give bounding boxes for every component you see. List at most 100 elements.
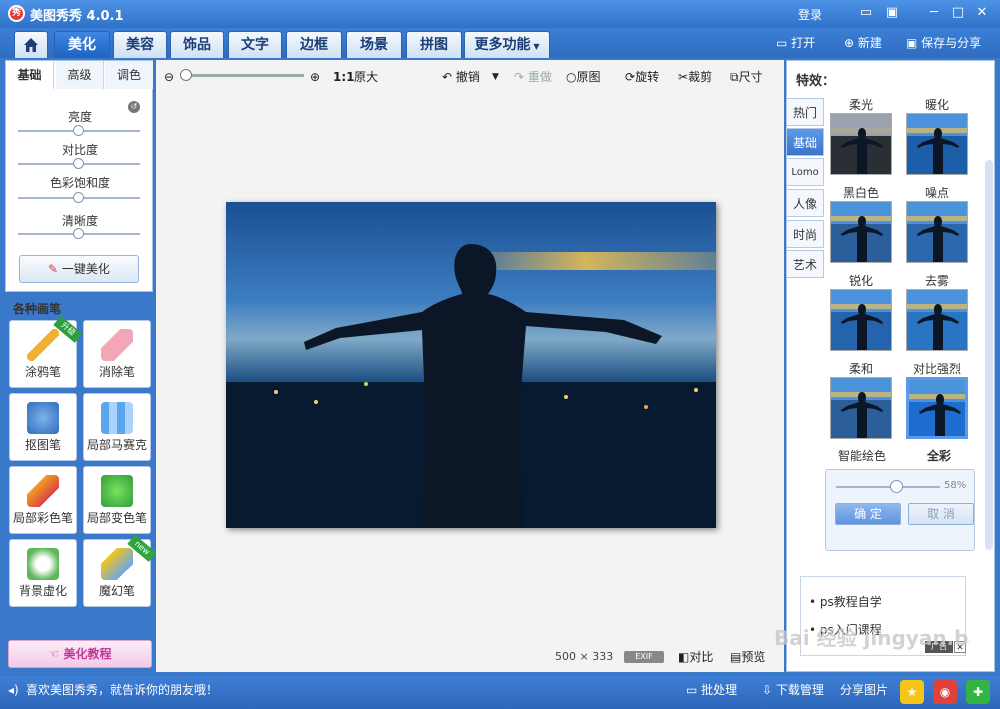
- tab-accessories[interactable]: 饰品: [170, 31, 224, 58]
- contrast-slider[interactable]: [18, 158, 140, 169]
- minimize-button[interactable]: ─: [924, 4, 944, 22]
- zoom-1to1-button[interactable]: 1:1: [333, 68, 355, 86]
- preview-button[interactable]: ▤预览: [730, 648, 765, 666]
- effect-thumbnail-image: [831, 290, 891, 350]
- cutout-pen-icon: [27, 402, 59, 434]
- bullet-icon: •: [809, 595, 820, 609]
- strength-slider[interactable]: [836, 480, 940, 493]
- exif-button[interactable]: EXIF: [624, 651, 664, 663]
- tab-face[interactable]: 美容: [113, 31, 167, 58]
- tab-beautify[interactable]: 美化: [54, 31, 110, 58]
- effect-thumbnail[interactable]: [830, 377, 892, 439]
- rotate-button[interactable]: ⟳旋转: [625, 68, 659, 86]
- resize-icon: ⧉: [730, 70, 739, 84]
- tab-basic[interactable]: 基础: [6, 61, 54, 89]
- category-hot[interactable]: 热门: [786, 98, 824, 126]
- confirm-button[interactable]: 确 定: [835, 503, 901, 525]
- sharpness-slider[interactable]: [18, 228, 140, 239]
- tab-collage[interactable]: 拼图: [406, 31, 462, 58]
- crop-button[interactable]: ✂裁剪: [678, 68, 712, 86]
- save-share-button[interactable]: ▣ 保存与分享: [906, 34, 981, 52]
- effect-thumbnail[interactable]: [830, 201, 892, 263]
- brightness-knob[interactable]: [73, 125, 84, 136]
- sharpness-knob[interactable]: [73, 228, 84, 239]
- add-icon[interactable]: ✚: [966, 680, 990, 704]
- open-button[interactable]: ▭ 打开: [776, 34, 815, 52]
- category-art[interactable]: 艺术: [786, 250, 824, 278]
- tab-advanced[interactable]: 高级: [56, 61, 104, 89]
- batch-button[interactable]: ▭ 批处理: [686, 682, 737, 698]
- zoom-knob[interactable]: [180, 69, 192, 81]
- undo-button[interactable]: ↶ 撤销: [442, 68, 480, 86]
- contrast-knob[interactable]: [73, 158, 84, 169]
- original-size-button[interactable]: 原大: [354, 68, 378, 86]
- cutout-brush-button[interactable]: 抠图笔: [9, 393, 77, 461]
- local-color-brush-button[interactable]: 局部彩色笔: [9, 466, 77, 534]
- folder-icon: ▭: [776, 36, 792, 50]
- background-blur-button[interactable]: 背景虚化: [9, 539, 77, 607]
- one-key-beautify-button[interactable]: ✎ 一键美化: [19, 255, 139, 283]
- preview-icon: ▤: [730, 650, 742, 664]
- effect-thumbnail[interactable]: [830, 289, 892, 351]
- tab-frame[interactable]: 边框: [286, 31, 342, 58]
- tab-more[interactable]: 更多功能 ▼: [464, 31, 550, 58]
- close-button[interactable]: ✕: [972, 4, 992, 22]
- effect-thumbnail[interactable]: [830, 113, 892, 175]
- star-icon[interactable]: ★: [900, 680, 924, 704]
- undo-dropdown[interactable]: ▼: [492, 68, 499, 86]
- new-button[interactable]: ⊕ 新建: [844, 34, 882, 52]
- effects-scrollbar[interactable]: [985, 160, 993, 550]
- tab-color[interactable]: 调色: [105, 61, 153, 89]
- tab-scene[interactable]: 场景: [346, 31, 402, 58]
- brightness-slider[interactable]: [18, 125, 140, 136]
- effect-thumbnail-image: [831, 114, 891, 174]
- effect-thumbnail[interactable]: [906, 377, 968, 439]
- home-button[interactable]: [14, 31, 48, 58]
- login-link[interactable]: 登录: [798, 6, 822, 23]
- category-portrait[interactable]: 人像: [786, 189, 824, 217]
- original-button[interactable]: ○原图: [566, 68, 601, 86]
- magic-brush-button[interactable]: 魔幻笔 new: [83, 534, 157, 607]
- edited-photo[interactable]: [226, 202, 716, 528]
- redo-label: 重做: [527, 70, 552, 84]
- zoom-out-icon[interactable]: ⊖: [164, 68, 174, 86]
- compare-icon: ◧: [678, 650, 690, 664]
- mosaic-brush-button[interactable]: 局部马赛克: [83, 393, 151, 461]
- category-fashion[interactable]: 时尚: [786, 220, 824, 248]
- weibo-icon[interactable]: ◉: [933, 680, 957, 704]
- color-change-brush-button[interactable]: 局部变色笔: [83, 466, 151, 534]
- effect-thumbnail[interactable]: [906, 201, 968, 263]
- rotate-label: 旋转: [635, 70, 660, 84]
- saturation-knob[interactable]: [73, 192, 84, 203]
- settings-menu-icon[interactable]: ▣: [882, 4, 902, 22]
- effect-thumbnail[interactable]: [906, 289, 968, 351]
- category-basic[interactable]: 基础: [786, 128, 824, 156]
- doodle-brush-button[interactable]: 涂鸦笔 升级: [9, 315, 83, 388]
- zoom-in-icon[interactable]: ⊕: [310, 68, 320, 86]
- strength-knob[interactable]: [890, 480, 904, 493]
- resize-button[interactable]: ⧉尺寸: [730, 68, 763, 86]
- redo-button[interactable]: ↷ 重做: [514, 68, 552, 86]
- category-lomo[interactable]: Lomo: [786, 158, 824, 186]
- full-color-label[interactable]: 全彩: [899, 447, 979, 464]
- share-image-button[interactable]: 分享图片: [840, 682, 888, 698]
- effect-thumbnail-image: [831, 378, 891, 438]
- pen-icon: [27, 329, 59, 361]
- compare-button[interactable]: ◧对比: [678, 648, 713, 666]
- effect-thumbnail[interactable]: [906, 113, 968, 175]
- image-size-label: 500 × 333: [555, 650, 613, 663]
- zoom-slider[interactable]: [180, 69, 304, 81]
- ad-link-1[interactable]: • ps教程自学: [809, 593, 882, 610]
- maximize-button[interactable]: □: [948, 4, 968, 22]
- smart-color-label[interactable]: 智能绘色: [822, 447, 902, 464]
- status-message[interactable]: 喜欢美图秀秀，就告诉你的朋友哦！: [26, 682, 218, 698]
- eraser-brush-button[interactable]: 消除笔: [83, 320, 151, 388]
- saturation-slider[interactable]: [18, 192, 140, 203]
- message-icon[interactable]: ▭: [856, 4, 876, 22]
- effect-thumbnail-image: [831, 202, 891, 262]
- beautify-tutorial-button[interactable]: ☜ 美化教程: [8, 640, 152, 668]
- cancel-effect-button[interactable]: 取 消: [908, 503, 974, 525]
- tab-text[interactable]: 文字: [228, 31, 282, 58]
- download-button[interactable]: ⇩ 下载管理: [762, 682, 824, 698]
- magic-wand-icon: [101, 548, 133, 580]
